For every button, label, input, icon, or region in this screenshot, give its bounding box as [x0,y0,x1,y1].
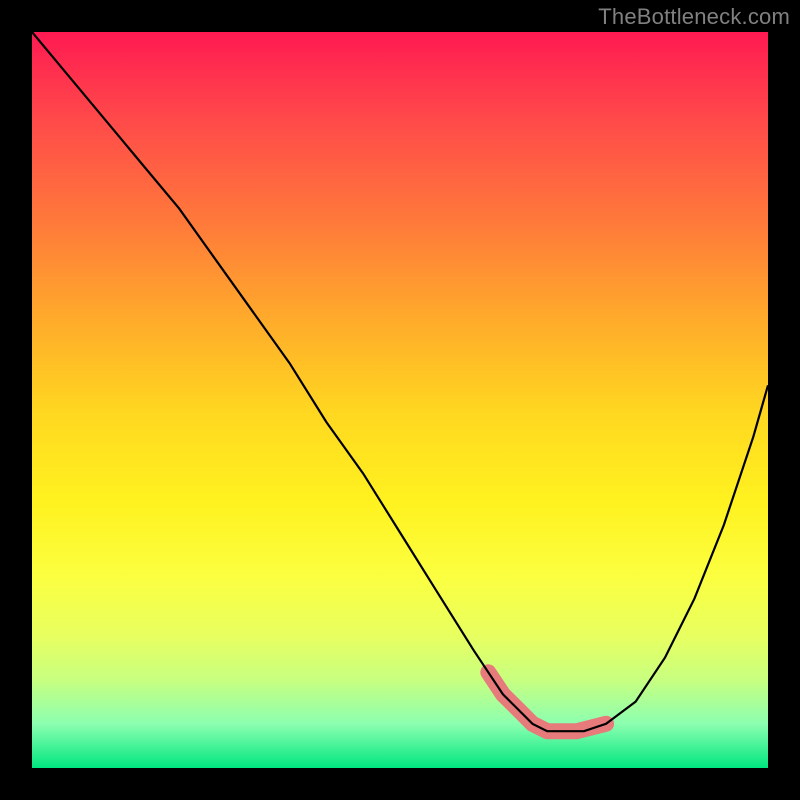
outer-frame: TheBottleneck.com [0,0,800,800]
watermark-text: TheBottleneck.com [598,4,790,30]
plot-area [32,32,768,768]
highlight-band [488,672,606,731]
bottleneck-curve [32,32,768,731]
chart-svg [32,32,768,768]
